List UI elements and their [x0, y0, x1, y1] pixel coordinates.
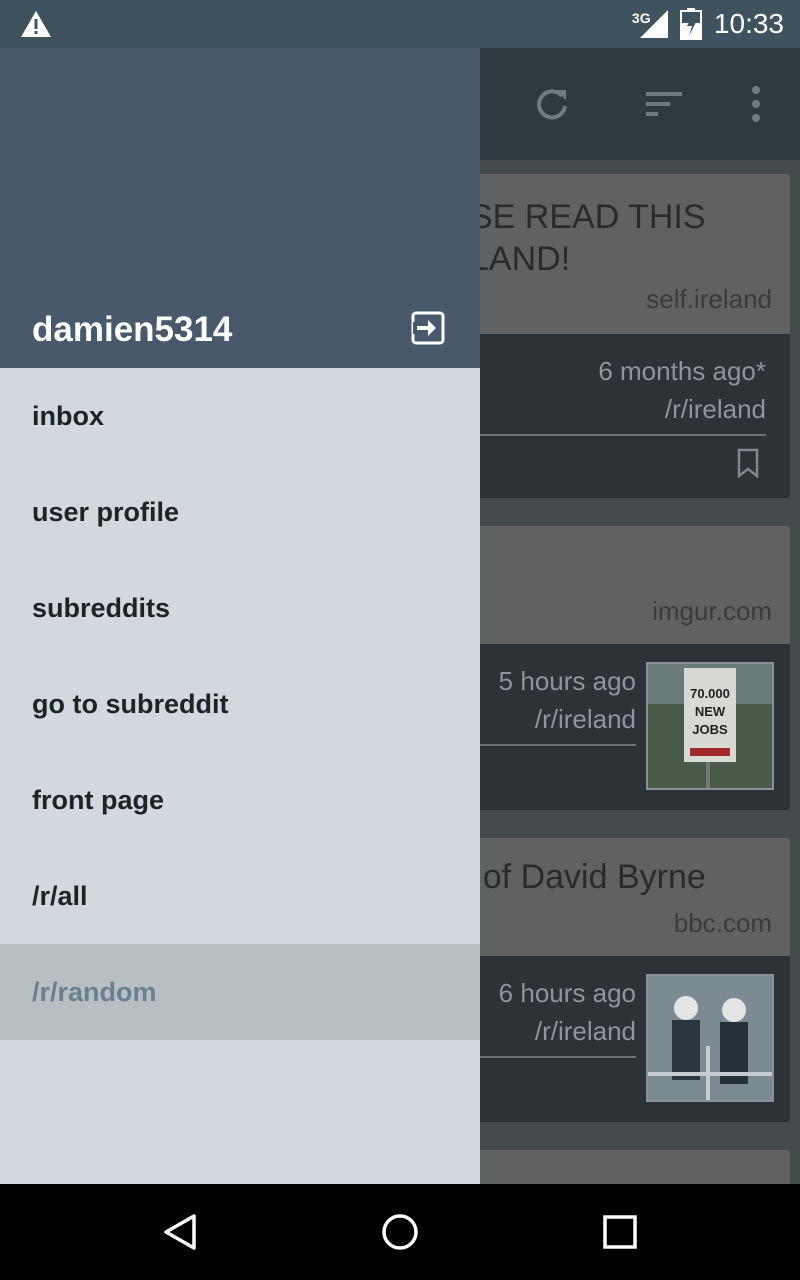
menu-item-r-random[interactable]: /r/random: [0, 944, 480, 1040]
menu-item-subreddits[interactable]: subreddits: [0, 560, 480, 656]
menu-item-user-profile[interactable]: user profile: [0, 464, 480, 560]
system-nav-bar: [0, 1184, 800, 1280]
logout-icon[interactable]: [410, 310, 446, 346]
home-icon[interactable]: [380, 1212, 420, 1252]
menu-item-r-all[interactable]: /r/all: [0, 848, 480, 944]
clock: 10:33: [713, 8, 784, 39]
drawer-menu: inbox user profile subreddits go to subr…: [0, 368, 480, 1040]
signal-icon: 3G: [632, 0, 668, 48]
menu-item-front-page[interactable]: front page: [0, 752, 480, 848]
navigation-drawer: damien5314 inbox user profile subreddits…: [0, 48, 480, 1184]
back-icon[interactable]: [160, 1212, 200, 1252]
drawer-header: damien5314: [0, 48, 480, 368]
battery-icon: [679, 8, 702, 40]
recents-icon[interactable]: [600, 1212, 640, 1252]
username[interactable]: damien5314: [32, 310, 232, 350]
menu-item-go-to-subreddit[interactable]: go to subreddit: [0, 656, 480, 752]
warning-icon: [21, 11, 51, 37]
menu-item-inbox[interactable]: inbox: [0, 368, 480, 464]
status-bar: 3G 10:33: [0, 0, 800, 48]
